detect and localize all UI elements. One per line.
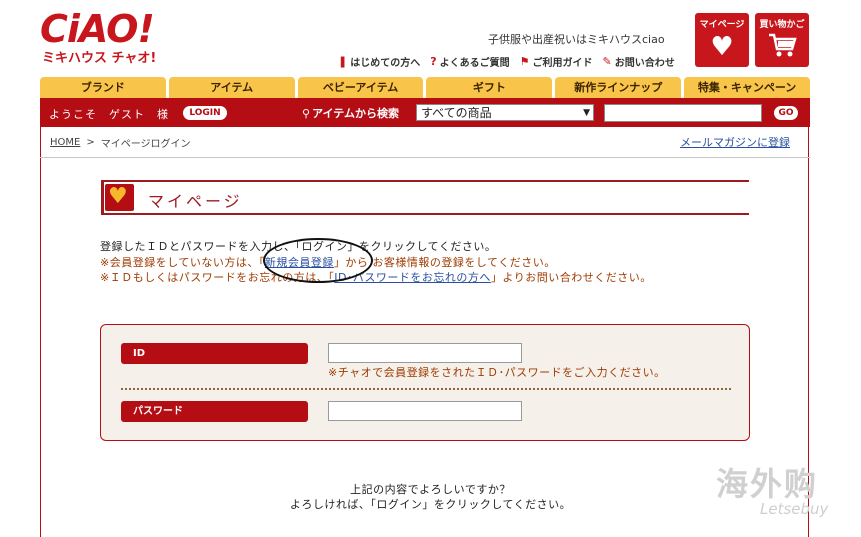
login-form	[100, 324, 750, 441]
search-label-text: アイテムから検索	[312, 107, 399, 120]
tab-new-lineup[interactable]: 新作ラインナップ	[555, 77, 682, 98]
go-button[interactable]: GO	[774, 106, 798, 120]
watermark-en: Letsebuy	[760, 500, 829, 518]
link-first-time-label: はじめての方へ	[350, 58, 421, 69]
category-select[interactable]: すべての商品 ▼	[416, 104, 594, 121]
password-label: パスワード	[121, 401, 308, 422]
instruction-line-3: ※ＩＤもしくはパスワードをお忘れの方は、「ID･パスワードをお忘れの方へ」よりお…	[100, 269, 652, 285]
inquiry-icon: ✎	[602, 55, 612, 68]
tab-gift[interactable]: ギフト	[426, 77, 553, 98]
header-links: ❚ はじめての方へ ? よくあるご質問 ⚑ ご利用ガイド ✎ お問い合わせ	[338, 54, 675, 69]
search-input[interactable]	[604, 104, 762, 122]
breadcrumb-separator: >	[86, 137, 95, 148]
heart-icon: ♥	[108, 184, 128, 209]
tab-item[interactable]: アイテム	[168, 77, 295, 98]
link-faq-label: よくあるご質問	[439, 58, 510, 69]
breadcrumb-home[interactable]: HOME	[50, 137, 80, 148]
site-logo-subtitle: ミキハウス チャオ!	[42, 51, 157, 66]
tab-brand[interactable]: ブランド	[40, 77, 166, 98]
tab-campaign[interactable]: 特集・キャンペーン	[684, 77, 810, 98]
link-faq[interactable]: ? よくあるご質問	[430, 54, 509, 69]
category-tabs: ブランド アイテム ベビーアイテム ギフト 新作ラインナップ 特集・キャンペーン	[40, 77, 810, 98]
id-label: ID	[121, 343, 308, 364]
mypage-button[interactable]: マイページ ♥	[695, 13, 749, 67]
instruction-line-3-post: 」よりお問い合わせください。	[490, 271, 652, 284]
question-icon: ?	[430, 55, 437, 68]
tab-baby-item[interactable]: ベビーアイテム	[297, 77, 424, 98]
breadcrumb-divider	[40, 157, 810, 158]
form-divider	[121, 388, 731, 390]
dropdown-arrow-icon: ▼	[583, 108, 590, 118]
instruction-line-2-pre: ※会員登録をしていない方は、「	[100, 256, 265, 269]
id-input[interactable]	[328, 343, 522, 363]
search-label: ⚲ アイテムから検索	[302, 105, 399, 121]
page-title: マイページ	[148, 192, 243, 211]
mypage-button-label: マイページ	[699, 20, 745, 30]
cart-button[interactable]: 買い物かご	[755, 13, 809, 67]
mail-magazine-link[interactable]: メールマガジンに登録	[680, 134, 790, 150]
login-button[interactable]: LOGIN	[183, 106, 227, 120]
watermark-cn: 海外购	[716, 465, 819, 503]
cart-icon	[755, 32, 809, 65]
book-icon: ❚	[338, 55, 348, 68]
link-guide-label: ご利用ガイド	[532, 58, 593, 69]
flag-icon: ⚑	[519, 55, 530, 68]
category-select-value: すべての商品	[421, 106, 492, 120]
welcome-text: ようこそ ゲスト 様	[49, 108, 169, 121]
highlight-circle	[263, 238, 373, 283]
cart-button-label: 買い物かご	[759, 20, 805, 30]
id-note: ※チャオで会員登録をされたＩＤ･パスワードをご入力ください。	[328, 366, 666, 379]
section-title-accent	[101, 180, 104, 215]
heart-icon: ♥	[710, 32, 734, 62]
search-icon: ⚲	[302, 106, 311, 120]
header-tagline: 子供服や出産祝いはミキハウスciao	[488, 33, 665, 46]
site-logo[interactable]: CiAO!	[40, 8, 155, 50]
breadcrumb-current: マイページログイン	[100, 139, 191, 150]
link-guide[interactable]: ⚑ ご利用ガイド	[520, 54, 593, 69]
link-first-time[interactable]: ❚ はじめての方へ	[338, 54, 420, 69]
link-inquiry-label: お問い合わせ	[614, 58, 675, 69]
password-input[interactable]	[328, 401, 522, 421]
link-inquiry[interactable]: ✎ お問い合わせ	[602, 54, 674, 69]
breadcrumb: HOME > マイページログイン	[50, 135, 191, 150]
